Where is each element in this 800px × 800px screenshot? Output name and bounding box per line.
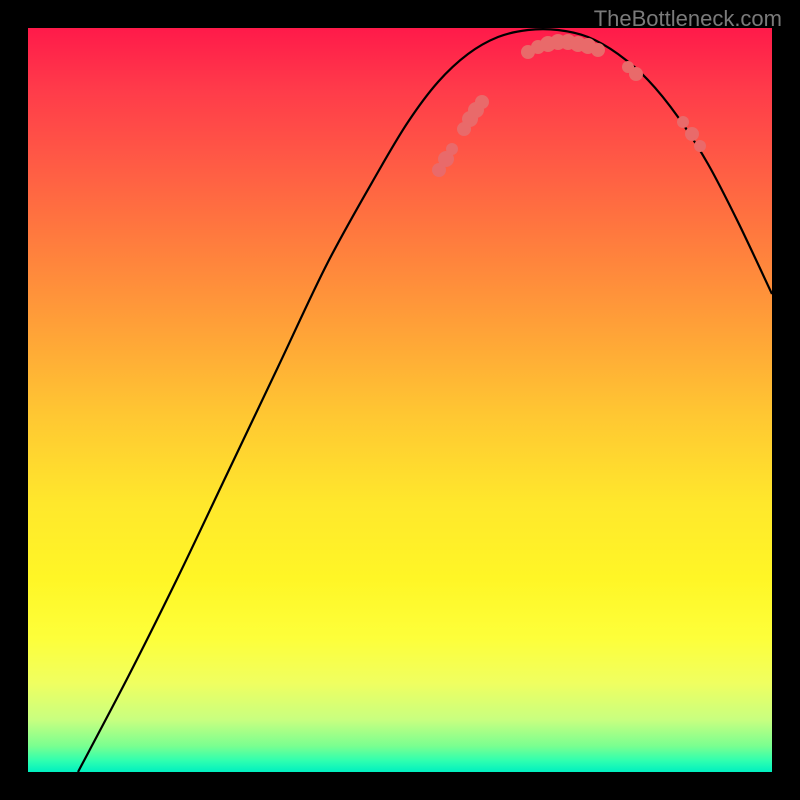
data-marker <box>685 127 699 141</box>
data-markers <box>432 34 706 177</box>
data-marker <box>446 143 458 155</box>
data-marker <box>629 67 643 81</box>
data-marker <box>694 140 706 152</box>
bottleneck-curve <box>78 29 772 772</box>
chart-plot-area <box>28 28 772 772</box>
data-marker <box>475 95 489 109</box>
data-marker <box>677 116 689 128</box>
data-marker <box>591 43 605 57</box>
chart-svg-overlay <box>28 28 772 772</box>
attribution-text: TheBottleneck.com <box>594 6 782 32</box>
